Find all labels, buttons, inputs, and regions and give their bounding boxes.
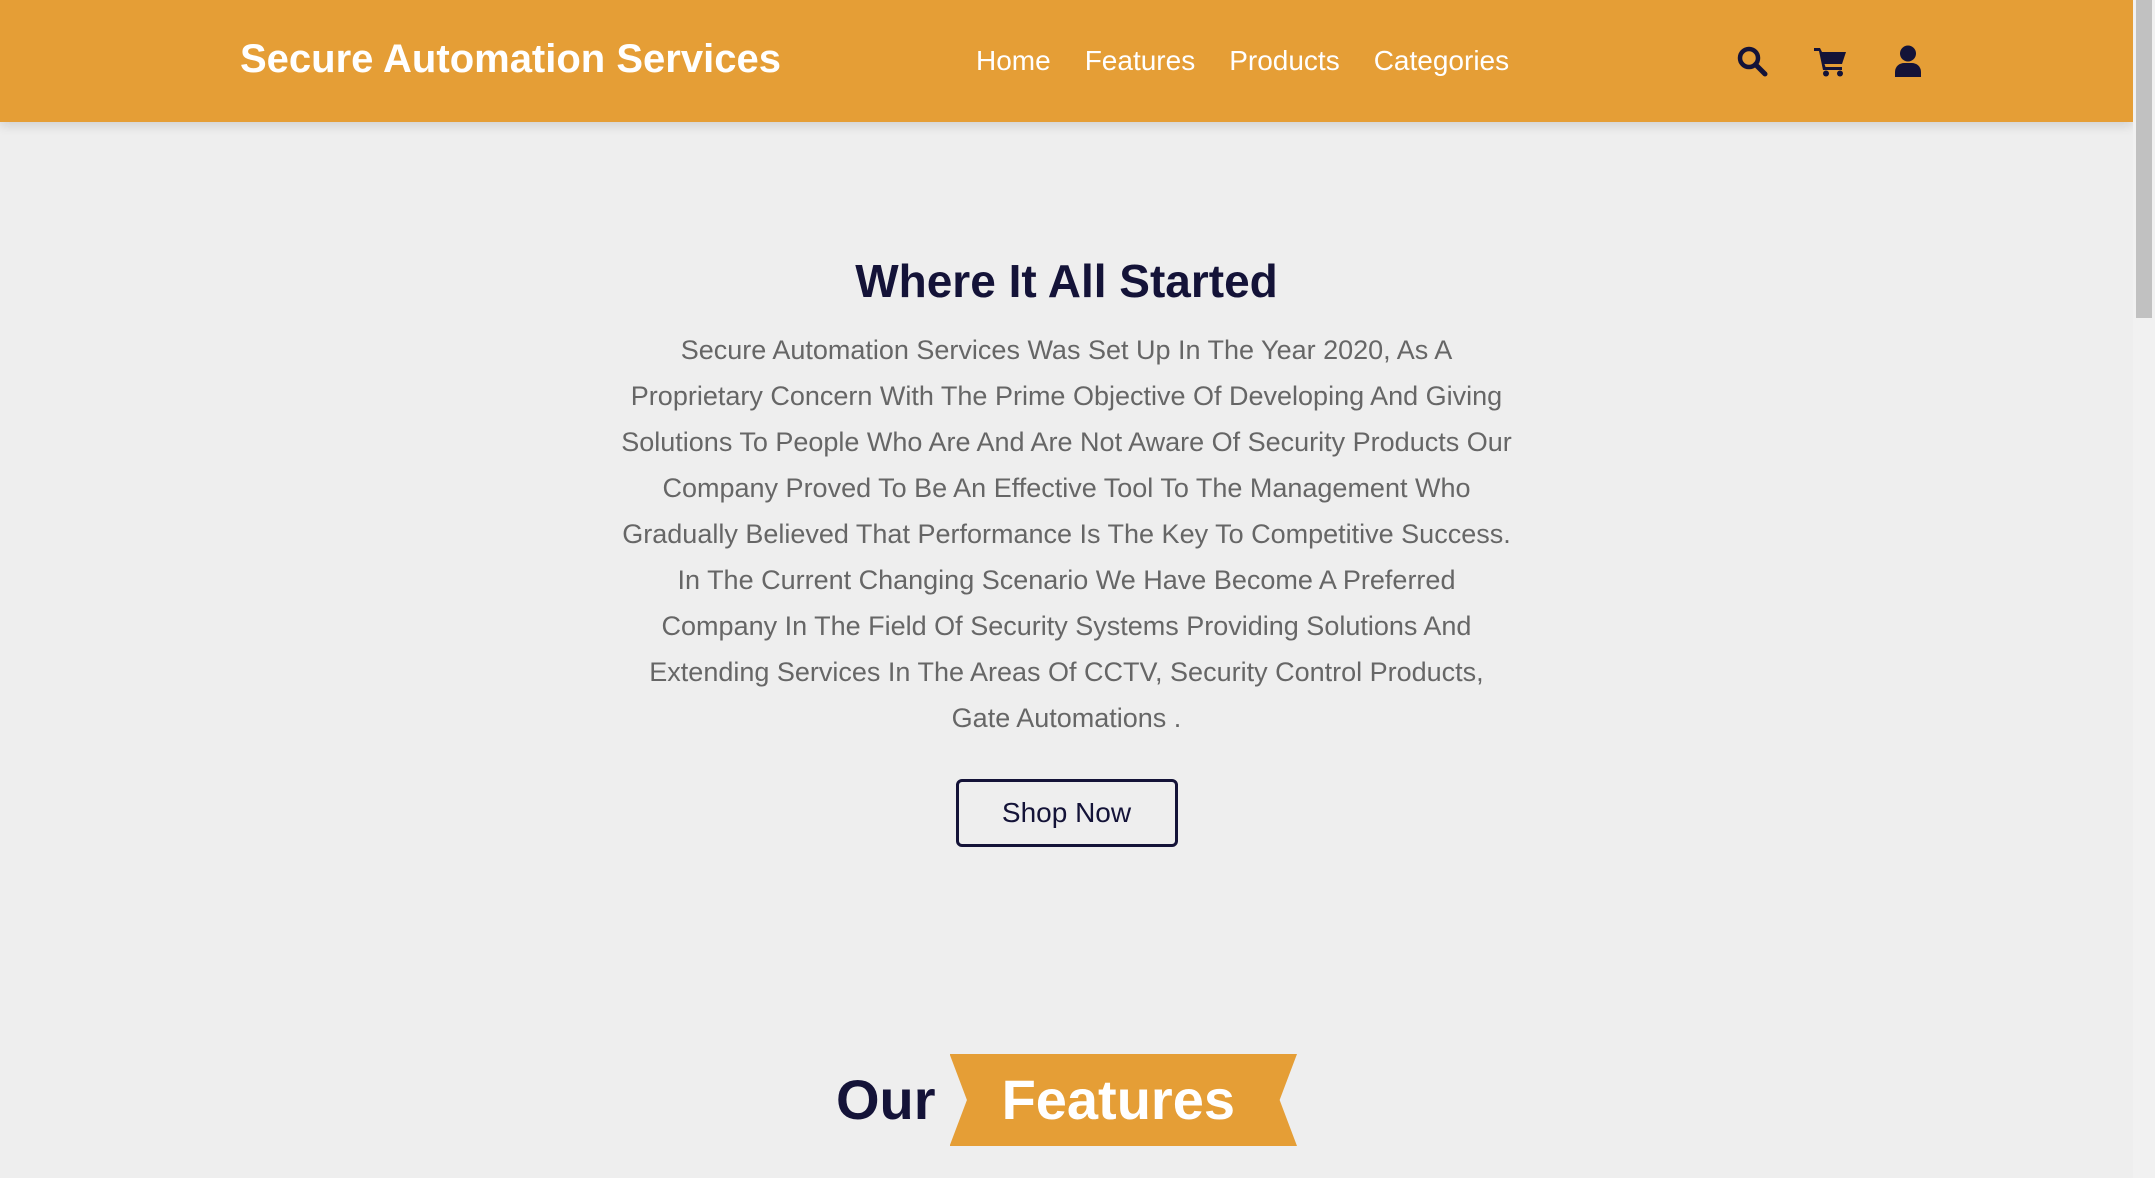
page: Secure Automation Services Home Features… (0, 0, 2133, 1178)
features-heading: Our Features (0, 1054, 2133, 1146)
nav-link-products[interactable]: Products (1229, 45, 1340, 77)
features-heading-prefix: Our (836, 1068, 936, 1131)
site-header: Secure Automation Services Home Features… (0, 0, 2133, 122)
about-title: Where It All Started (855, 255, 1278, 307)
shop-now-button[interactable]: Shop Now (955, 779, 1178, 848)
brand-logo-text[interactable]: Secure Automation Services (240, 0, 781, 122)
nav-link-categories[interactable]: Categories (1374, 45, 1509, 77)
cart-icon[interactable] (1813, 44, 1847, 78)
scrollbar-thumb[interactable] (2136, 0, 2152, 318)
about-section: Where It All Started Secure Automation S… (0, 122, 2133, 848)
nav-link-home[interactable]: Home (976, 45, 1051, 77)
user-icon[interactable] (1891, 44, 1925, 78)
features-heading-ribbon: Features (949, 1054, 1297, 1146)
main-nav: Home Features Products Categories (976, 0, 1509, 122)
about-text: Secure Automation Services Was Set Up In… (621, 335, 1512, 734)
search-icon[interactable] (1735, 44, 1769, 78)
nav-link-features[interactable]: Features (1085, 45, 1196, 77)
header-icons (1735, 0, 1925, 122)
page-scrollbar[interactable] (2133, 0, 2155, 1178)
